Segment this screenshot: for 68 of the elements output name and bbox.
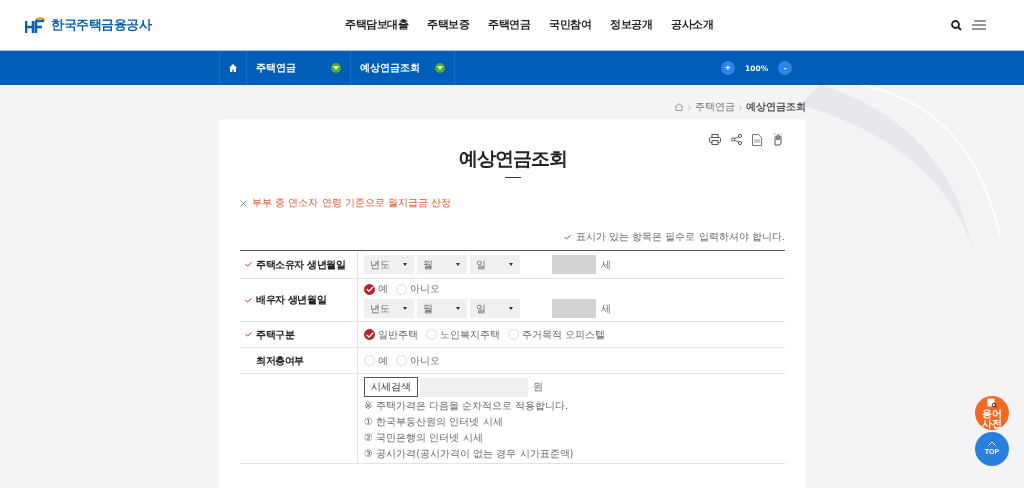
caret-icon bbox=[509, 307, 513, 310]
chevron-right-icon bbox=[739, 104, 742, 110]
caret-icon bbox=[509, 263, 513, 266]
radio-option[interactable]: 노인복지주택 bbox=[426, 327, 500, 342]
dropdown[interactable]: 월 bbox=[417, 299, 467, 318]
radio-option[interactable]: 예 bbox=[364, 282, 388, 296]
breadcrumb-link[interactable]: 주택연금 bbox=[695, 101, 735, 113]
age-field[interactable] bbox=[552, 299, 596, 318]
unit-label: 세 bbox=[601, 257, 611, 272]
caret-icon bbox=[403, 263, 407, 266]
document-icon[interactable] bbox=[752, 133, 762, 146]
dropdown[interactable]: 년도 bbox=[364, 255, 414, 274]
zoom-out-button[interactable]: - bbox=[778, 61, 793, 75]
radio-option[interactable]: 일반주택 bbox=[364, 327, 418, 342]
menu-icon[interactable] bbox=[972, 20, 986, 30]
nav-link[interactable]: 정보공개 bbox=[610, 18, 652, 32]
cross-icon bbox=[240, 197, 247, 209]
caret-icon bbox=[403, 307, 407, 310]
radio-option[interactable]: 아니오 bbox=[396, 353, 440, 368]
price-source-item: ② 국민은행의 인터넷 시세 bbox=[364, 432, 484, 444]
dropdown-menu[interactable]: 예상연금조회 bbox=[351, 51, 455, 85]
dropdown[interactable]: 월 bbox=[417, 255, 467, 274]
breadcrumb-link[interactable]: 예상연금조회 bbox=[746, 101, 806, 113]
caret-icon bbox=[456, 263, 460, 266]
page-title: 예상연금조회 bbox=[457, 146, 568, 171]
print-icon[interactable] bbox=[709, 134, 721, 145]
field-label: 최저층여부 bbox=[256, 353, 304, 368]
dropdown[interactable]: 일 bbox=[470, 255, 520, 274]
price-search-button[interactable]: 시세검색 bbox=[364, 377, 418, 397]
field-label: 주택구분 bbox=[256, 327, 295, 342]
logo-icon[interactable] bbox=[25, 16, 47, 34]
home-icon[interactable] bbox=[674, 103, 684, 111]
check-icon bbox=[365, 331, 374, 338]
notice-text: 부부 중 연소자 연령 기준으로 월지급금 산정 bbox=[252, 196, 452, 210]
book-search-icon bbox=[987, 397, 997, 408]
hand-pointer-icon[interactable] bbox=[772, 133, 783, 146]
radio-option[interactable]: 아니오 bbox=[396, 282, 440, 296]
price-source-item: ③ 공시가격(공시가격이 없는 경우 시가표준액) bbox=[364, 448, 574, 460]
dropdown[interactable]: 일 bbox=[470, 299, 520, 318]
nav-link[interactable]: 주택연금 bbox=[488, 18, 530, 32]
chevron-up-icon bbox=[988, 441, 996, 446]
check-icon bbox=[365, 286, 374, 292]
radio-option[interactable]: 주거목적 오피스텔 bbox=[508, 327, 606, 342]
field-label: 배우자 생년월일 bbox=[256, 293, 327, 307]
field-label: 주택소유자 생년월일 bbox=[256, 257, 346, 272]
nav-link[interactable]: 공사소개 bbox=[671, 18, 713, 32]
unit-label: 원 bbox=[533, 380, 543, 394]
price-note: ※ 주택가격은 다음을 순차적으로 적용합니다. bbox=[364, 400, 570, 412]
radio-option[interactable]: 예 bbox=[364, 353, 388, 368]
nav-link[interactable]: 주택담보대출 bbox=[345, 18, 408, 32]
dropdown-menu[interactable]: 주택연금 bbox=[247, 51, 351, 85]
nav-link[interactable]: 주택보증 bbox=[427, 18, 469, 32]
search-icon[interactable] bbox=[951, 19, 962, 31]
price-source-item: ① 한국부동산원의 인터넷 시세 bbox=[364, 416, 504, 428]
age-field[interactable] bbox=[552, 255, 596, 274]
dropdown-icon[interactable] bbox=[435, 63, 445, 73]
required-note: 표시가 있는 항목은 필수로 입력하셔야 합니다. bbox=[575, 230, 785, 244]
required-check-icon bbox=[563, 234, 572, 240]
share-icon[interactable] bbox=[731, 134, 742, 145]
zoom-in-button[interactable]: + bbox=[721, 61, 735, 75]
unit-label: 세 bbox=[601, 301, 611, 316]
dropdown[interactable]: 년도 bbox=[364, 299, 414, 318]
logo-text[interactable]: 한국주택금융공사 bbox=[51, 16, 151, 34]
dropdown-icon[interactable] bbox=[331, 63, 341, 73]
chevron-right-icon bbox=[688, 104, 691, 110]
nav-link[interactable]: 국민참여 bbox=[549, 18, 591, 32]
caret-icon bbox=[456, 307, 460, 310]
home-icon bbox=[229, 64, 237, 72]
